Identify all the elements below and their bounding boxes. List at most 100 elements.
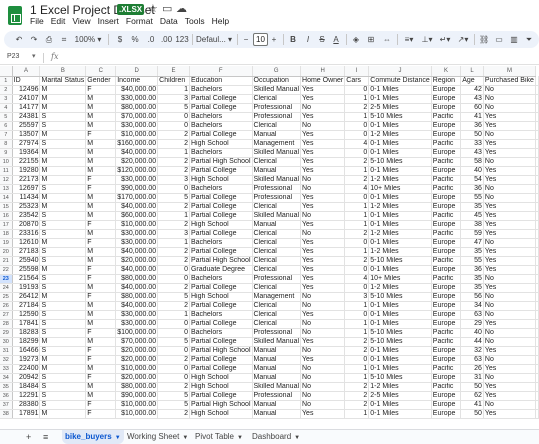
cell[interactable]: Bachelors: [189, 238, 253, 248]
cell[interactable]: Pacific: [431, 382, 462, 392]
cell[interactable]: Yes: [300, 274, 346, 284]
column-header[interactable]: A: [12, 66, 41, 77]
cell[interactable]: 2: [157, 382, 190, 392]
cell[interactable]: 19364: [12, 148, 41, 158]
cell[interactable]: No: [300, 103, 346, 113]
row-header[interactable]: 17: [0, 220, 13, 230]
cell[interactable]: 1: [157, 211, 190, 221]
cell[interactable]: $170,000.00: [115, 193, 159, 203]
cell[interactable]: 12291: [12, 391, 41, 401]
cell[interactable]: 12610: [12, 238, 41, 248]
cell[interactable]: No: [300, 373, 346, 383]
cell[interactable]: M: [85, 211, 117, 221]
row-header[interactable]: 1: [0, 76, 13, 86]
cell[interactable]: 3: [157, 175, 190, 185]
cell[interactable]: Partial College: [189, 337, 253, 347]
row-header[interactable]: 5: [0, 112, 13, 122]
cell[interactable]: 40: [460, 166, 484, 176]
cell[interactable]: M: [39, 355, 87, 365]
cell[interactable]: [535, 85, 539, 95]
cell[interactable]: M: [85, 283, 117, 293]
cell[interactable]: 14177: [12, 103, 41, 113]
row-header[interactable]: 36: [0, 391, 13, 401]
menu-data[interactable]: Data: [160, 16, 178, 26]
cell[interactable]: No: [483, 337, 537, 347]
cell[interactable]: 0: [157, 364, 190, 374]
cell[interactable]: 1-2 Miles: [368, 202, 432, 212]
cell[interactable]: $100,000.00: [115, 328, 159, 338]
cell[interactable]: 0: [157, 274, 190, 284]
cell[interactable]: S: [39, 391, 87, 401]
cell[interactable]: M: [39, 103, 87, 113]
cell[interactable]: 36: [460, 265, 484, 275]
redo-icon[interactable]: ↷: [29, 31, 39, 48]
cell[interactable]: Europe: [431, 103, 462, 113]
cell[interactable]: Professional: [252, 112, 302, 122]
cell[interactable]: 2: [344, 382, 370, 392]
cell[interactable]: 60: [460, 103, 484, 113]
cell[interactable]: Clerical: [252, 94, 302, 104]
cell[interactable]: S: [39, 112, 87, 122]
cell[interactable]: M: [85, 193, 117, 203]
cell[interactable]: $60,000.00: [115, 211, 159, 221]
cell[interactable]: 25597: [12, 121, 41, 131]
text-rotation-icon[interactable]: ↗▾: [456, 31, 470, 48]
cell[interactable]: S: [39, 274, 87, 284]
cell[interactable]: 2: [157, 247, 190, 257]
cell[interactable]: 0: [344, 310, 370, 320]
header-cell[interactable]: Education: [189, 76, 253, 86]
cell[interactable]: Bachelors: [189, 148, 253, 158]
cell[interactable]: $70,000.00: [115, 112, 159, 122]
cell[interactable]: Yes: [483, 211, 537, 221]
row-header[interactable]: 12: [0, 175, 13, 185]
vertical-align-icon[interactable]: ⊥▾: [420, 31, 434, 48]
decrease-decimal-button[interactable]: .0: [145, 31, 157, 48]
cell[interactable]: 2: [344, 346, 370, 356]
cell[interactable]: 0-1 Miles: [368, 193, 432, 203]
cell[interactable]: S: [39, 121, 87, 131]
cell[interactable]: 38: [460, 220, 484, 230]
cell[interactable]: 25323: [12, 202, 41, 212]
cell[interactable]: $40,000.00: [115, 283, 159, 293]
cell[interactable]: 19193: [12, 283, 41, 293]
cell[interactable]: 2: [344, 229, 370, 239]
cell[interactable]: [535, 238, 539, 248]
cell[interactable]: 0: [157, 112, 190, 122]
cell[interactable]: No: [300, 346, 346, 356]
cell[interactable]: High School: [189, 292, 253, 302]
cell[interactable]: [535, 337, 539, 347]
cell[interactable]: M: [39, 193, 87, 203]
cell[interactable]: No: [300, 184, 346, 194]
cell[interactable]: 26412: [12, 292, 41, 302]
cell[interactable]: 0: [344, 265, 370, 275]
row-header[interactable]: 27: [0, 310, 13, 320]
cell[interactable]: Clerical: [252, 157, 302, 167]
cell[interactable]: [535, 175, 539, 185]
cell[interactable]: Yes: [300, 202, 346, 212]
cell[interactable]: M: [85, 319, 117, 329]
cell[interactable]: Pacific: [431, 274, 462, 284]
cell[interactable]: High School: [189, 220, 253, 230]
cell[interactable]: 63: [460, 310, 484, 320]
cell[interactable]: 11434: [12, 193, 41, 203]
cell[interactable]: 55: [460, 193, 484, 203]
cell[interactable]: Partial College: [189, 103, 253, 113]
cell[interactable]: 12590: [12, 310, 41, 320]
menu-edit[interactable]: Edit: [51, 16, 66, 26]
cell[interactable]: [535, 139, 539, 149]
cell[interactable]: 1: [344, 166, 370, 176]
cell[interactable]: [535, 247, 539, 257]
cell[interactable]: Bachelors: [189, 85, 253, 95]
more-formats-button[interactable]: 123: [175, 31, 189, 48]
cell[interactable]: 0-1 Miles: [368, 400, 432, 410]
cell[interactable]: 36: [460, 184, 484, 194]
cell[interactable]: 0-1 Miles: [368, 220, 432, 230]
cell[interactable]: S: [39, 310, 87, 320]
paint-format-icon[interactable]: ⌗: [59, 31, 69, 48]
cell[interactable]: Partial College: [189, 211, 253, 221]
cell[interactable]: 5: [157, 193, 190, 203]
font-size-input[interactable]: 10: [253, 33, 268, 46]
cell[interactable]: [535, 202, 539, 212]
cell[interactable]: 28380: [12, 400, 41, 410]
cell[interactable]: Yes: [300, 193, 346, 203]
